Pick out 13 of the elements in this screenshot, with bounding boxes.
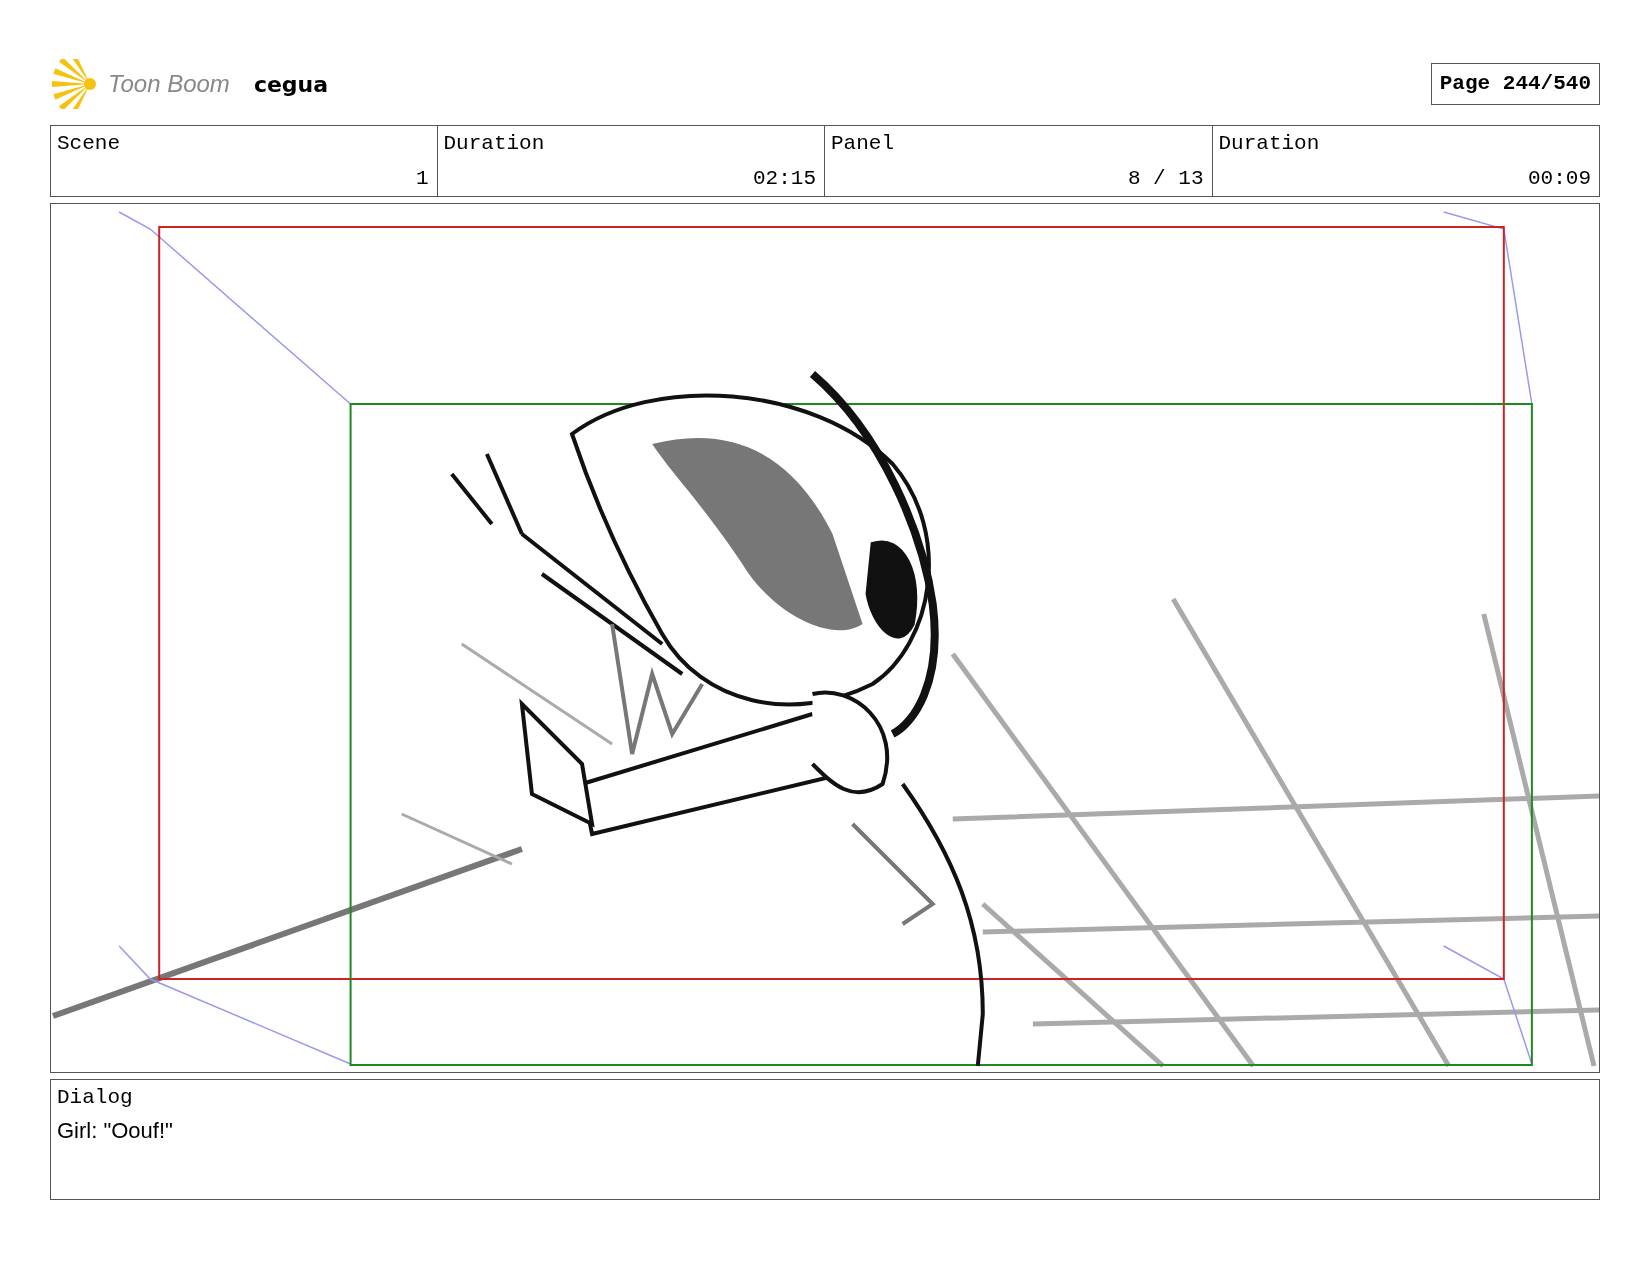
table-cell-text: 00:09 xyxy=(1528,165,1591,192)
project-name: cegua xyxy=(253,70,329,99)
dialog-text: Girl: "Oouf!" xyxy=(57,1116,174,1145)
column-header: Panel xyxy=(831,131,895,157)
column-header: Scene xyxy=(57,131,121,157)
table-cell-text: 1 xyxy=(415,165,429,192)
column-header: Duration xyxy=(443,131,546,157)
column-header: Duration xyxy=(1218,131,1321,157)
page-number: Page 244/540 xyxy=(1430,63,1600,105)
table-cell-text: 8 / 13 xyxy=(1127,165,1204,192)
table-cell-text: 02:15 xyxy=(753,165,816,192)
brand-name: Toon Boom xyxy=(108,69,230,99)
dialog-label: Dialog xyxy=(57,1085,134,1111)
